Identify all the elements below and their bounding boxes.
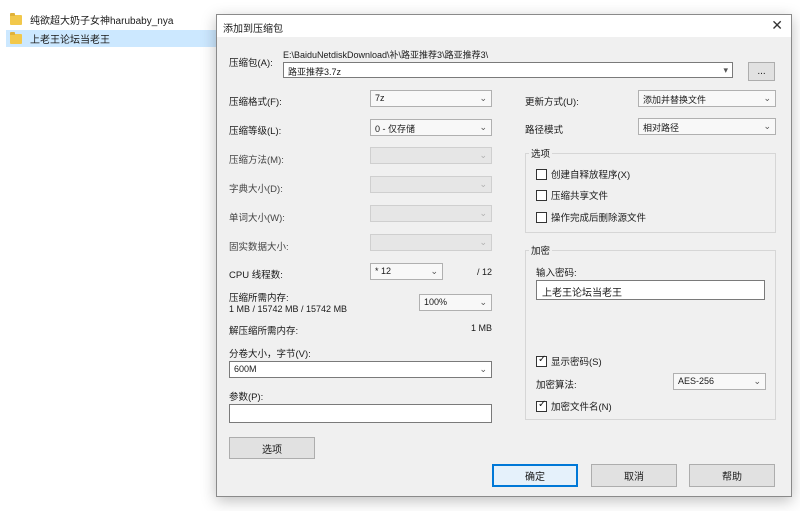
params-label: 参数(P):	[229, 392, 264, 403]
close-icon[interactable]: ✕	[771, 17, 783, 34]
browse-button[interactable]: ...	[748, 62, 775, 81]
checkbox-box[interactable]	[536, 399, 547, 412]
file-item[interactable]: 纯欲超大奶子女神harubaby_nya	[6, 11, 216, 28]
encrypt-names-checkbox[interactable]: 加密文件名(N)	[536, 399, 612, 413]
dict-label: 字典大小(D):	[229, 184, 283, 195]
sfx-label: 创建自释放程序(X)	[551, 170, 631, 181]
chevron-down-icon: ▾	[723, 65, 728, 75]
mem-decomp-value: 1 MB	[471, 323, 493, 333]
encryption-method-select[interactable]: AES-256 ⌄	[673, 373, 766, 390]
chevron-down-icon: ⌄	[479, 93, 487, 103]
password-input[interactable]: 上老王论坛当老王	[536, 280, 765, 300]
chevron-down-icon: ⌄	[763, 93, 771, 103]
mem-percent-value: 100%	[424, 297, 448, 307]
add-to-archive-dialog: 添加到压缩包 ✕ 压缩包(A): E:\BaiduNetdiskDownload…	[216, 14, 792, 497]
format-value: 7z	[375, 93, 385, 103]
split-size-value: 600M	[234, 364, 257, 374]
level-select[interactable]: 0 - 仅存储 ⌄	[370, 119, 492, 136]
password-label: 输入密码:	[536, 268, 577, 279]
checkbox-box[interactable]	[536, 211, 547, 223]
encrypt-names-label: 加密文件名(N)	[551, 402, 612, 413]
help-button[interactable]: 帮助	[689, 464, 775, 487]
options-button[interactable]: 选项	[229, 437, 315, 459]
path-mode-select[interactable]: 相对路径 ⌄	[638, 118, 776, 135]
encryption-method-label: 加密算法:	[536, 380, 577, 391]
mem-comp-label: 压缩所需内存:	[229, 293, 289, 304]
format-select[interactable]: 7z ⌄	[370, 90, 492, 107]
archive-name-combo[interactable]: 路亚推荐3.7z ▾	[283, 62, 733, 78]
path-mode-value: 相对路径	[643, 123, 680, 133]
chevron-down-icon: ⌄	[479, 150, 487, 160]
chevron-down-icon: ⌄	[430, 266, 438, 276]
cpu-threads-select[interactable]: * 12 ⌄	[370, 263, 443, 280]
solid-select: ⌄	[370, 234, 492, 251]
cpu-threads-value: * 12	[375, 266, 392, 276]
chevron-down-icon: ⌄	[763, 121, 771, 131]
folder-icon	[10, 12, 22, 25]
encryption-method-value: AES-256	[678, 376, 715, 386]
chevron-down-icon: ⌄	[753, 376, 761, 386]
file-item-selected[interactable]: 上老王论坛当老王	[6, 30, 216, 47]
ok-button[interactable]: 确定	[492, 464, 578, 487]
delete-after-checkbox[interactable]: 操作完成后删除源文件	[536, 210, 646, 224]
shared-checkbox[interactable]: 压缩共享文件	[536, 188, 608, 202]
checkbox-box[interactable]	[536, 168, 547, 180]
level-label: 压缩等级(L):	[229, 126, 282, 137]
shared-label: 压缩共享文件	[551, 191, 609, 202]
archive-name-value: 路亚推荐3.7z	[288, 67, 342, 77]
format-label: 压缩格式(F):	[229, 97, 282, 108]
path-mode-label: 路径模式	[525, 125, 564, 136]
checkbox-box[interactable]	[536, 189, 547, 201]
encryption-group-title: 加密	[529, 243, 553, 257]
delete-after-label: 操作完成后删除源文件	[551, 213, 647, 224]
update-mode-select[interactable]: 添加并替换文件 ⌄	[638, 90, 776, 107]
show-password-checkbox[interactable]: 显示密码(S)	[536, 354, 602, 368]
cancel-button[interactable]: 取消	[591, 464, 677, 487]
method-label: 压缩方法(M):	[229, 155, 284, 166]
solid-label: 固实数据大小:	[229, 242, 289, 253]
chevron-down-icon: ⌄	[479, 364, 487, 374]
dict-select: ⌄	[370, 176, 492, 193]
archive-label: 压缩包(A):	[229, 58, 273, 69]
file-name: 纯欲超大奶子女神harubaby_nya	[30, 16, 174, 27]
options-group-title: 选项	[529, 146, 553, 160]
cpu-label: CPU 线程数:	[229, 270, 283, 281]
split-size-combo[interactable]: 600M ⌄	[229, 361, 492, 378]
sfx-checkbox[interactable]: 创建自释放程序(X)	[536, 167, 630, 181]
archive-path: E:\BaiduNetdiskDownload\补\路亚推荐3\路亚推荐3\	[283, 50, 489, 60]
chevron-down-icon: ⌄	[479, 122, 487, 132]
word-label: 单词大小(W):	[229, 213, 285, 224]
split-label: 分卷大小，字节(V):	[229, 349, 311, 360]
params-input[interactable]	[229, 404, 492, 423]
update-label: 更新方式(U):	[525, 97, 579, 108]
folder-icon	[10, 31, 22, 44]
chevron-down-icon: ⌄	[479, 297, 487, 307]
method-select: ⌄	[370, 147, 492, 164]
chevron-down-icon: ⌄	[479, 208, 487, 218]
file-name: 上老王论坛当老王	[30, 35, 110, 46]
cpu-threads-total: / 12	[477, 267, 493, 277]
mem-comp-detail: 1 MB / 15742 MB / 15742 MB	[229, 304, 348, 314]
chevron-down-icon: ⌄	[479, 179, 487, 189]
checkbox-box[interactable]	[536, 354, 547, 367]
update-mode-value: 添加并替换文件	[643, 95, 707, 105]
mem-percent-select[interactable]: 100% ⌄	[419, 294, 492, 311]
chevron-down-icon: ⌄	[479, 237, 487, 247]
level-value: 0 - 仅存储	[375, 124, 416, 134]
word-select: ⌄	[370, 205, 492, 222]
dialog-title: 添加到压缩包	[223, 24, 283, 35]
show-password-label: 显示密码(S)	[551, 357, 602, 368]
mem-decomp-label: 解压缩所需内存:	[229, 326, 299, 337]
title-bar: 添加到压缩包 ✕	[217, 15, 791, 37]
password-value: 上老王论坛当老王	[542, 288, 622, 299]
